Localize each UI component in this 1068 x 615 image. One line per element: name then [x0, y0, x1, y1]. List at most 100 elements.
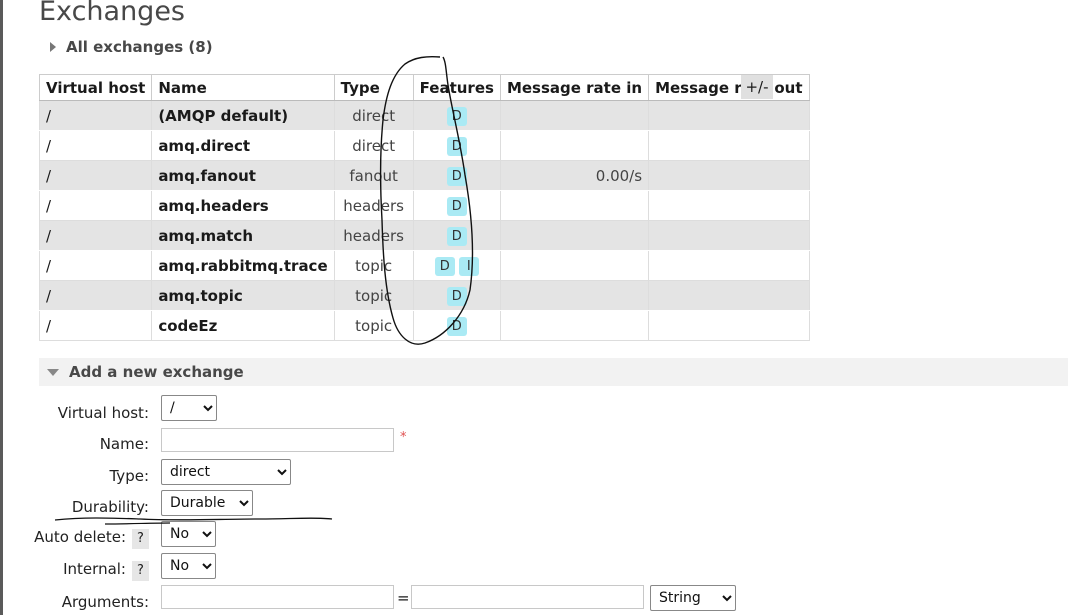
feature-badge-internal: I [458, 256, 479, 276]
cell-rate-out [648, 310, 810, 341]
feature-badge-durable: D [446, 106, 467, 126]
add-exchange-header[interactable]: Add a new exchange [39, 358, 1068, 386]
cell-rate-in [499, 130, 650, 161]
cell-vhost: / [38, 280, 153, 311]
col-virtual-host[interactable]: Virtual host [38, 74, 153, 101]
feature-badge-durable: D [446, 316, 467, 336]
feature-badge-durable: D [446, 196, 467, 216]
exchange-name-link[interactable]: amq.rabbitmq.trace [151, 250, 335, 281]
cell-rate-out [648, 250, 810, 281]
required-marker: * [400, 430, 407, 445]
exchange-name-link[interactable]: amq.topic [151, 280, 335, 311]
argument-key-input[interactable] [161, 585, 394, 609]
cell-vhost: / [38, 130, 153, 161]
name-label: Name: [99, 435, 149, 453]
cell-rate-in [499, 310, 650, 341]
exchange-name-link[interactable]: codeEz [151, 310, 335, 341]
feature-badge-durable: D [446, 136, 467, 156]
cell-rate-out [648, 190, 810, 221]
cell-features: D [412, 220, 501, 251]
cell-rate-out [648, 280, 810, 311]
feature-badge-durable: D [446, 166, 467, 186]
table-row: / amq.headers headers D [38, 190, 810, 221]
exchange-name-link[interactable]: (AMQP default) [151, 100, 335, 131]
type-select[interactable]: direct [161, 459, 291, 485]
argument-equals: = [397, 589, 410, 607]
expand-triangle-icon [50, 42, 56, 52]
cell-rate-out [648, 100, 810, 131]
cell-type: direct [333, 130, 414, 161]
cell-features: D [412, 280, 501, 311]
cell-rate-out [648, 220, 810, 251]
cell-features: D [412, 310, 501, 341]
cell-features: D [412, 190, 501, 221]
cell-vhost: / [38, 250, 153, 281]
cell-type: direct [333, 100, 414, 131]
exchange-name-link[interactable]: amq.headers [151, 190, 335, 221]
internal-select[interactable]: No [161, 553, 216, 579]
col-features[interactable]: Features [412, 74, 501, 101]
durability-label: Durability: [71, 498, 149, 516]
col-rate-out[interactable]: Message rate out [648, 74, 810, 101]
internal-label: Internal: [63, 560, 126, 578]
cell-type: topic [333, 250, 414, 281]
exchange-name-link[interactable]: amq.match [151, 220, 335, 251]
name-input[interactable] [161, 428, 394, 452]
col-name[interactable]: Name [151, 74, 335, 101]
internal-help-button[interactable]: ? [132, 561, 149, 581]
type-label: Type: [109, 467, 149, 485]
exchange-name-link[interactable]: amq.direct [151, 130, 335, 161]
feature-badge-durable: D [446, 286, 467, 306]
cell-type: headers [333, 190, 414, 221]
cell-rate-in [499, 250, 650, 281]
durability-underline-annotation [54, 517, 333, 521]
table-row: / amq.topic topic D [38, 280, 810, 311]
cell-rate-in [499, 220, 650, 251]
table-row: / amq.match headers D [38, 220, 810, 251]
table-row: / amq.fanout fanout D 0.00/s [38, 160, 810, 191]
all-exchanges-toggle[interactable]: All exchanges (8) [50, 37, 213, 57]
virtual-host-label: Virtual host: [57, 404, 149, 422]
feature-badge-durable: D [434, 256, 455, 276]
internal-row-label: Internal:? [63, 560, 149, 581]
exchange-name-link[interactable]: amq.fanout [151, 160, 335, 191]
col-rate-in[interactable]: Message rate in [499, 74, 650, 101]
table-row: / codeEz topic D [38, 310, 810, 341]
cell-rate-in: 0.00/s [499, 160, 650, 191]
arguments-label: Arguments: [61, 593, 149, 611]
cell-features: DI [412, 250, 501, 281]
exchanges-table: Virtual host Name Type Features Message … [38, 74, 810, 341]
table-row: / amq.rabbitmq.trace topic DI [38, 250, 810, 281]
auto-delete-select[interactable]: No [161, 521, 216, 547]
cell-vhost: / [38, 100, 153, 131]
auto-delete-label: Auto delete: [34, 528, 126, 546]
argument-type-select[interactable]: String [650, 585, 736, 611]
table-row: / (AMQP default) direct D [38, 100, 810, 131]
table-row: / amq.direct direct D [38, 130, 810, 161]
cell-vhost: / [38, 310, 153, 341]
cell-type: headers [333, 220, 414, 251]
cell-rate-in [499, 190, 650, 221]
virtual-host-select[interactable]: / [161, 395, 217, 421]
auto-delete-help-button[interactable]: ? [132, 529, 149, 549]
column-toggle-button[interactable]: +/- [741, 75, 773, 99]
cell-rate-in [499, 280, 650, 311]
cell-vhost: / [38, 160, 153, 191]
durability-select[interactable]: Durable [161, 490, 253, 516]
argument-value-input[interactable] [411, 585, 644, 609]
feature-badge-durable: D [446, 226, 467, 246]
add-exchange-title: Add a new exchange [69, 363, 244, 381]
add-exchange-toggle[interactable]: Add a new exchange [39, 358, 1068, 386]
cell-type: topic [333, 310, 414, 341]
cell-rate-out [648, 130, 810, 161]
collapse-triangle-icon [47, 368, 59, 376]
left-border [0, 0, 3, 615]
cell-features: D [412, 160, 501, 191]
cell-vhost: / [38, 190, 153, 221]
auto-delete-row-label: Auto delete:? [34, 528, 149, 549]
cell-vhost: / [38, 220, 153, 251]
col-type[interactable]: Type [333, 74, 414, 101]
cell-rate-out [648, 160, 810, 191]
page-title: Exchanges [39, 0, 185, 27]
cell-type: fanout [333, 160, 414, 191]
